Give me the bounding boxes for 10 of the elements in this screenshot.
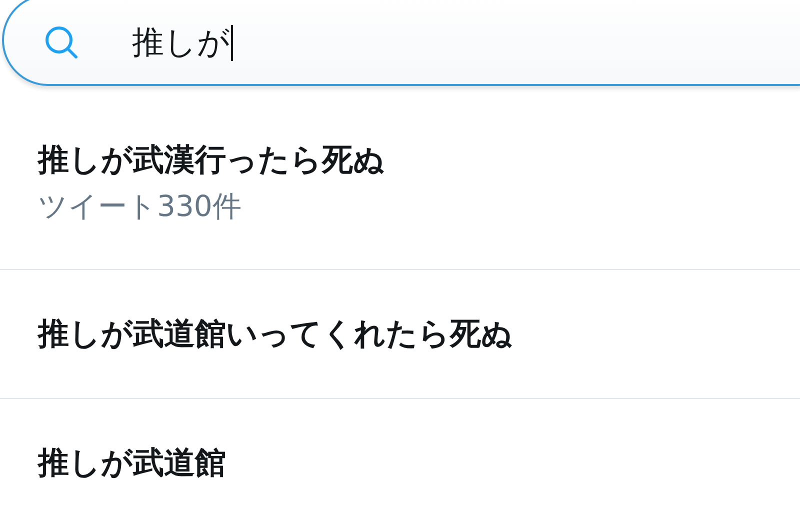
suggestion-item[interactable]: 推しが武道館いってくれたら死ぬ: [0, 270, 800, 399]
suggestion-text: 推しが武道館: [38, 444, 227, 483]
text-cursor: [231, 25, 233, 61]
suggestion-text: 推しが武漢行ったら死ぬ: [38, 140, 386, 180]
search-field[interactable]: 推しが: [2, 0, 800, 86]
search-text: 推しが: [132, 22, 230, 63]
suggestion-item[interactable]: 推しが武漢行ったら死ぬ ツイート330件: [0, 86, 800, 270]
suggestion-item[interactable]: 推しが武道館: [0, 399, 800, 507]
suggestion-text: 推しが武道館いってくれたら死ぬ: [38, 315, 514, 354]
tweet-count: ツイート330件: [38, 188, 242, 224]
